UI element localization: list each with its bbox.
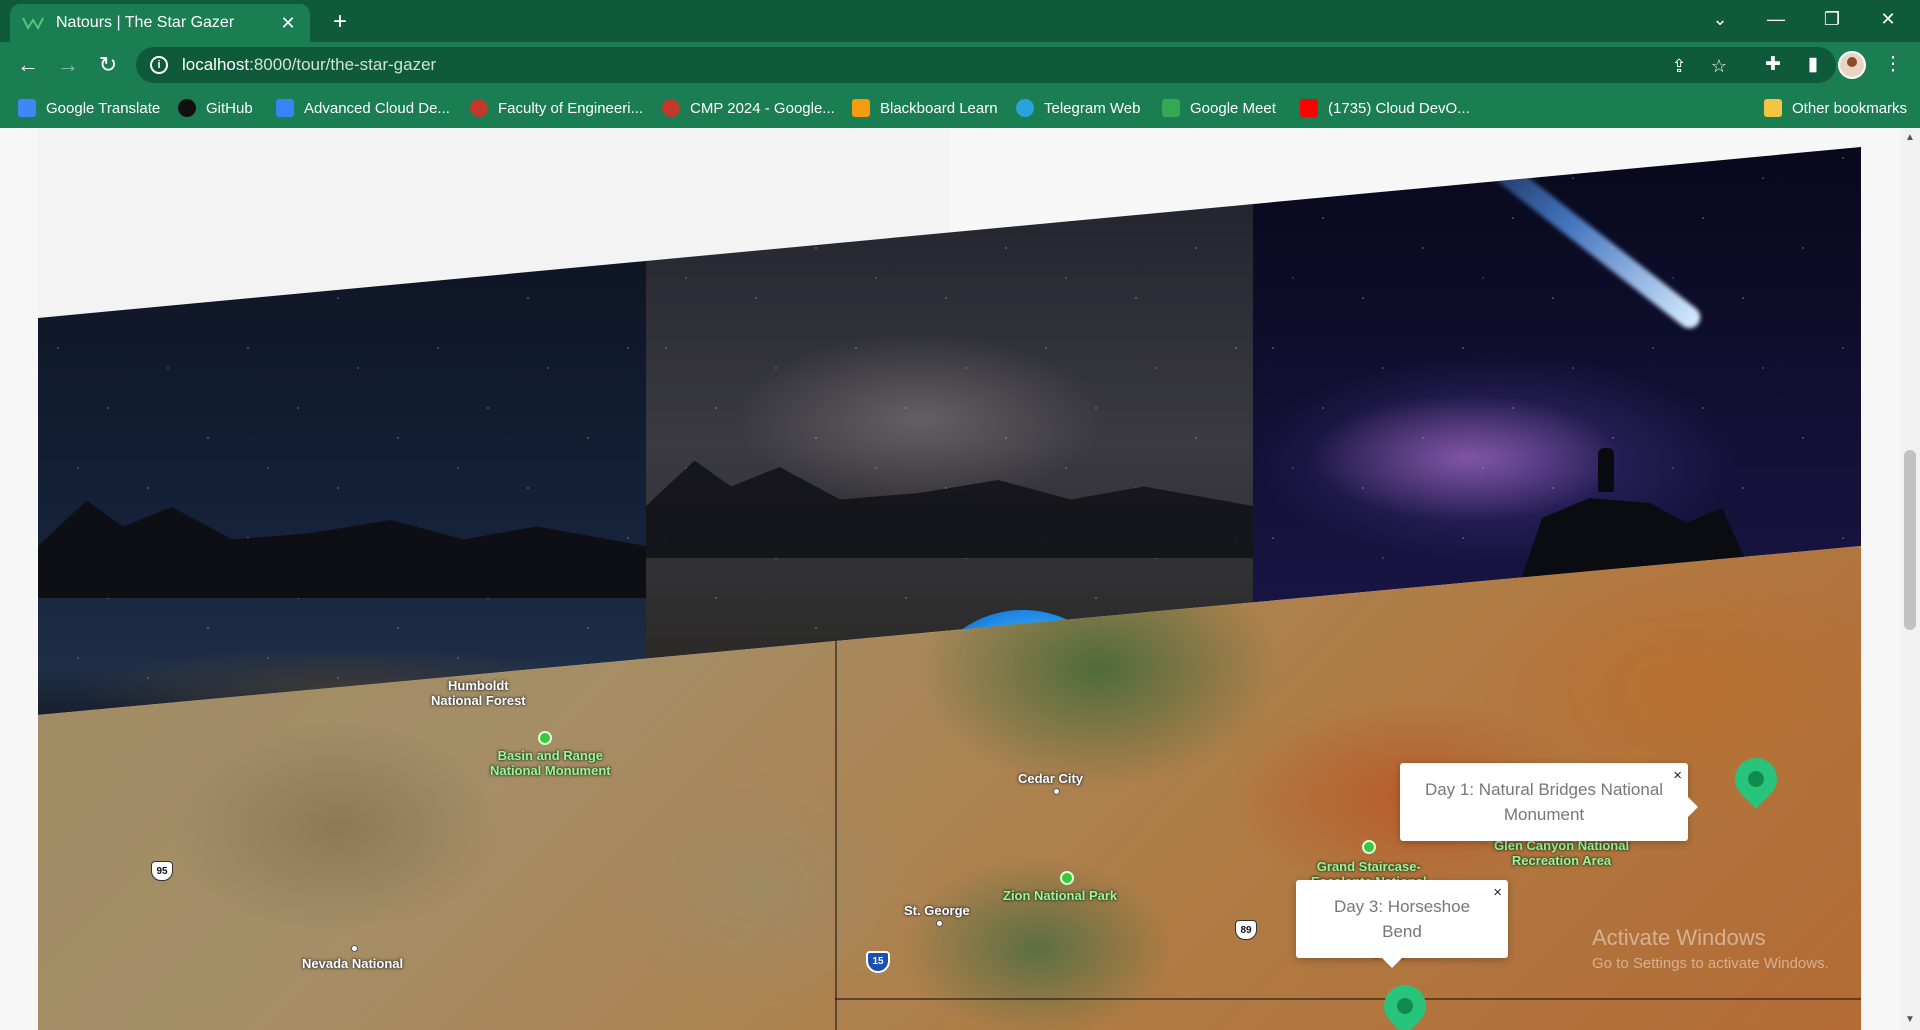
telegram-icon <box>1016 99 1034 117</box>
browser-tab-bar: Natours | The Star Gazer ✕ + ⌄ — ❐ ✕ <box>0 0 1920 42</box>
github-icon <box>178 99 196 117</box>
person-silhouette <box>1598 448 1614 492</box>
scrollbar-thumb[interactable] <box>1904 450 1916 630</box>
popup-text: Day 3: Horseshoe Bend <box>1333 897 1471 941</box>
udemy-icon <box>276 99 294 117</box>
park-tree-icon <box>1060 871 1074 885</box>
google-meet-icon <box>1162 99 1180 117</box>
popup-close-icon[interactable]: × <box>1493 880 1502 905</box>
menu-kebab-icon[interactable]: ⋮ <box>1880 52 1906 78</box>
bookmark-star-icon[interactable]: ☆ <box>1708 55 1730 77</box>
page-viewport: Humboldt National Forest Basin and Range… <box>0 128 1920 1030</box>
google-translate-icon <box>18 99 36 117</box>
popup-text: Day 1: Natural Bridges National Monument <box>1424 780 1664 824</box>
other-bookmarks-label: Other bookmarks <box>1792 99 1908 117</box>
tab-title: Natours | The Star Gazer <box>56 14 235 31</box>
bookmark-label: (1735) Cloud DevO... <box>1328 99 1470 117</box>
watermark-title: Activate Windows <box>1592 925 1766 950</box>
reload-icon[interactable]: ↻ <box>94 51 122 79</box>
bookmark-label: Google Meet <box>1190 99 1276 117</box>
other-bookmarks[interactable]: Other bookmarks <box>1764 96 1907 120</box>
bookmark-faculty-engineering[interactable]: Faculty of Engineeri... <box>470 96 643 120</box>
label-humboldt: Humboldt National Forest <box>431 678 526 708</box>
site-info-icon[interactable]: i <box>150 56 168 74</box>
window-close-icon[interactable]: ✕ <box>1860 0 1916 42</box>
faculty-icon <box>470 99 488 117</box>
browser-toolbar: ← → ↻ i localhost:8000/tour/the-star-gaz… <box>0 42 1920 88</box>
restore-icon[interactable]: ❐ <box>1804 0 1860 42</box>
address-bar[interactable]: i localhost:8000/tour/the-star-gazer ⇪ ☆ <box>136 47 1836 83</box>
popup-arrow <box>1688 797 1698 817</box>
minimize-icon[interactable]: — <box>1748 0 1804 42</box>
bookmark-label: Advanced Cloud De... <box>304 99 450 117</box>
profile-avatar[interactable] <box>1838 51 1866 79</box>
state-border <box>835 598 837 1030</box>
extensions-icon[interactable]: ✚ <box>1760 52 1786 78</box>
scroll-down-icon[interactable]: ▼ <box>1900 1012 1920 1028</box>
blackboard-icon <box>852 99 870 117</box>
park-tree-icon <box>1362 840 1376 854</box>
bookmarks-bar: Google Translate GitHub Advanced Cloud D… <box>0 88 1920 128</box>
bookmark-label: Blackboard Learn <box>880 99 998 117</box>
folder-icon <box>1764 99 1782 117</box>
park-tree-icon <box>538 731 552 745</box>
bookmark-label: CMP 2024 - Google... <box>690 99 835 117</box>
bookmark-label: GitHub <box>206 99 253 117</box>
label-cedar-city: Cedar City <box>1018 771 1084 786</box>
vertical-scrollbar[interactable]: ▲ ▼ <box>1900 128 1920 1030</box>
bookmark-label: Telegram Web <box>1044 99 1141 117</box>
tab-search-icon[interactable]: ⌄ <box>1692 0 1748 42</box>
bookmark-google-translate[interactable]: Google Translate <box>18 96 160 120</box>
bookmark-cmp-2024[interactable]: CMP 2024 - Google... <box>662 96 835 120</box>
city-dot <box>936 920 943 927</box>
bookmark-label: Faculty of Engineeri... <box>498 99 644 117</box>
scroll-up-icon[interactable]: ▲ <box>1900 130 1920 146</box>
new-tab-button[interactable]: + <box>326 8 354 36</box>
cmp-icon <box>662 99 680 117</box>
label-st-george: St. George <box>904 903 970 918</box>
city-dot <box>1053 788 1060 795</box>
youtube-icon <box>1300 99 1318 117</box>
popup-arrow <box>1382 958 1402 968</box>
side-panel-icon[interactable]: ▮ <box>1800 52 1826 78</box>
map-popup-day-1[interactable]: Day 1: Natural Bridges National Monument… <box>1400 763 1698 841</box>
city-dot <box>351 945 358 952</box>
us-95-shield-icon: 95 <box>151 861 173 881</box>
forward-icon[interactable]: → <box>54 51 82 79</box>
back-icon[interactable]: ← <box>14 51 42 79</box>
tab-close-icon[interactable]: ✕ <box>278 13 298 34</box>
bookmark-telegram[interactable]: Telegram Web <box>1016 96 1140 120</box>
label-zion: Zion National Park <box>1003 888 1118 903</box>
popup-close-icon[interactable]: × <box>1673 763 1682 788</box>
label-nevada-national: Nevada National <box>302 956 404 971</box>
us-89-shield-icon: 89 <box>1235 920 1257 940</box>
bookmark-youtube[interactable]: (1735) Cloud DevO... <box>1300 96 1470 120</box>
tour-content: Humboldt National Forest Basin and Range… <box>38 128 1861 1030</box>
state-border <box>835 998 1861 1000</box>
browser-tab[interactable]: Natours | The Star Gazer ✕ <box>10 4 310 42</box>
map-popup-day-3[interactable]: Day 3: Horseshoe Bend × <box>1296 880 1508 968</box>
bookmark-github[interactable]: GitHub <box>178 96 253 120</box>
share-icon[interactable]: ⇪ <box>1668 55 1690 77</box>
bookmark-blackboard[interactable]: Blackboard Learn <box>852 96 998 120</box>
label-basin-range: Basin and Range National Monument <box>490 748 611 778</box>
bookmark-google-meet[interactable]: Google Meet <box>1162 96 1276 120</box>
activate-windows-watermark: Activate Windows Go to Settings to activ… <box>1592 925 1829 977</box>
natours-logo-icon <box>22 17 44 30</box>
url-path: :8000/tour/the-star-gazer <box>249 55 437 74</box>
url-host: localhost <box>182 55 250 74</box>
bookmark-label: Google Translate <box>46 99 161 117</box>
label-glen-canyon: Glen Canyon National Recreation Area <box>1494 838 1630 868</box>
bookmark-advanced-cloud[interactable]: Advanced Cloud De... <box>276 96 450 120</box>
watermark-subtitle: Go to Settings to activate Windows. <box>1592 955 1829 972</box>
